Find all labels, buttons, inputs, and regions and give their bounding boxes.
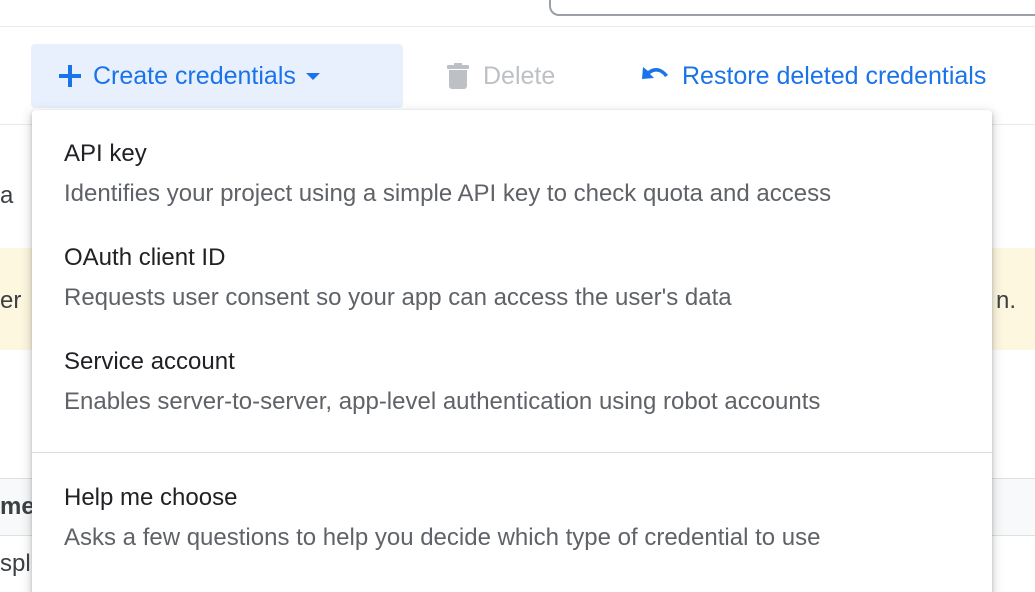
plus-icon: [59, 65, 81, 87]
table-cell-fragment: spl: [0, 550, 31, 577]
restore-deleted-credentials-button[interactable]: Restore deleted credentials: [640, 44, 986, 108]
menu-item-help-me-choose[interactable]: Help me choose Asks a few questions to h…: [32, 470, 992, 570]
menu-item-description: Requests user consent so your app can ac…: [64, 284, 732, 311]
credentials-page: Create credentials Delete Restore delete…: [0, 0, 1035, 592]
search-bar-edge[interactable]: [549, 0, 1035, 16]
menu-item-service-account[interactable]: Service account Enables server-to-server…: [32, 332, 992, 432]
restore-label: Restore deleted credentials: [682, 61, 987, 90]
create-credentials-label: Create credentials: [93, 61, 296, 90]
menu-item-api-key[interactable]: API key Identifies your project using a …: [32, 122, 992, 222]
menu-divider: [32, 452, 992, 453]
create-credentials-button[interactable]: Create credentials: [31, 44, 403, 108]
delete-button[interactable]: Delete: [447, 44, 555, 108]
background-text-fragment: a: [0, 182, 14, 209]
menu-item-title: Service account: [64, 348, 235, 375]
banner-text-fragment-end: n.: [996, 287, 1017, 314]
header-divider: [0, 26, 1035, 27]
caret-down-icon: [305, 72, 320, 80]
menu-item-title: OAuth client ID: [64, 244, 226, 271]
menu-item-description: Enables server-to-server, app-level auth…: [64, 388, 821, 415]
delete-label: Delete: [483, 61, 556, 90]
banner-text-fragment: er: [0, 287, 22, 314]
menu-item-oauth-client-id[interactable]: OAuth client ID Requests user consent so…: [32, 228, 992, 328]
create-credentials-menu: API key Identifies your project using a …: [32, 110, 992, 592]
trash-icon: [447, 63, 469, 89]
table-header-fragment: me: [0, 493, 35, 520]
menu-item-description: Identifies your project using a simple A…: [64, 180, 832, 207]
menu-item-title: Help me choose: [64, 484, 238, 511]
menu-item-description: Asks a few questions to help you decide …: [64, 524, 821, 551]
undo-icon: [642, 67, 668, 79]
menu-item-title: API key: [64, 140, 147, 167]
action-toolbar: Create credentials Delete Restore delete…: [0, 44, 1035, 108]
